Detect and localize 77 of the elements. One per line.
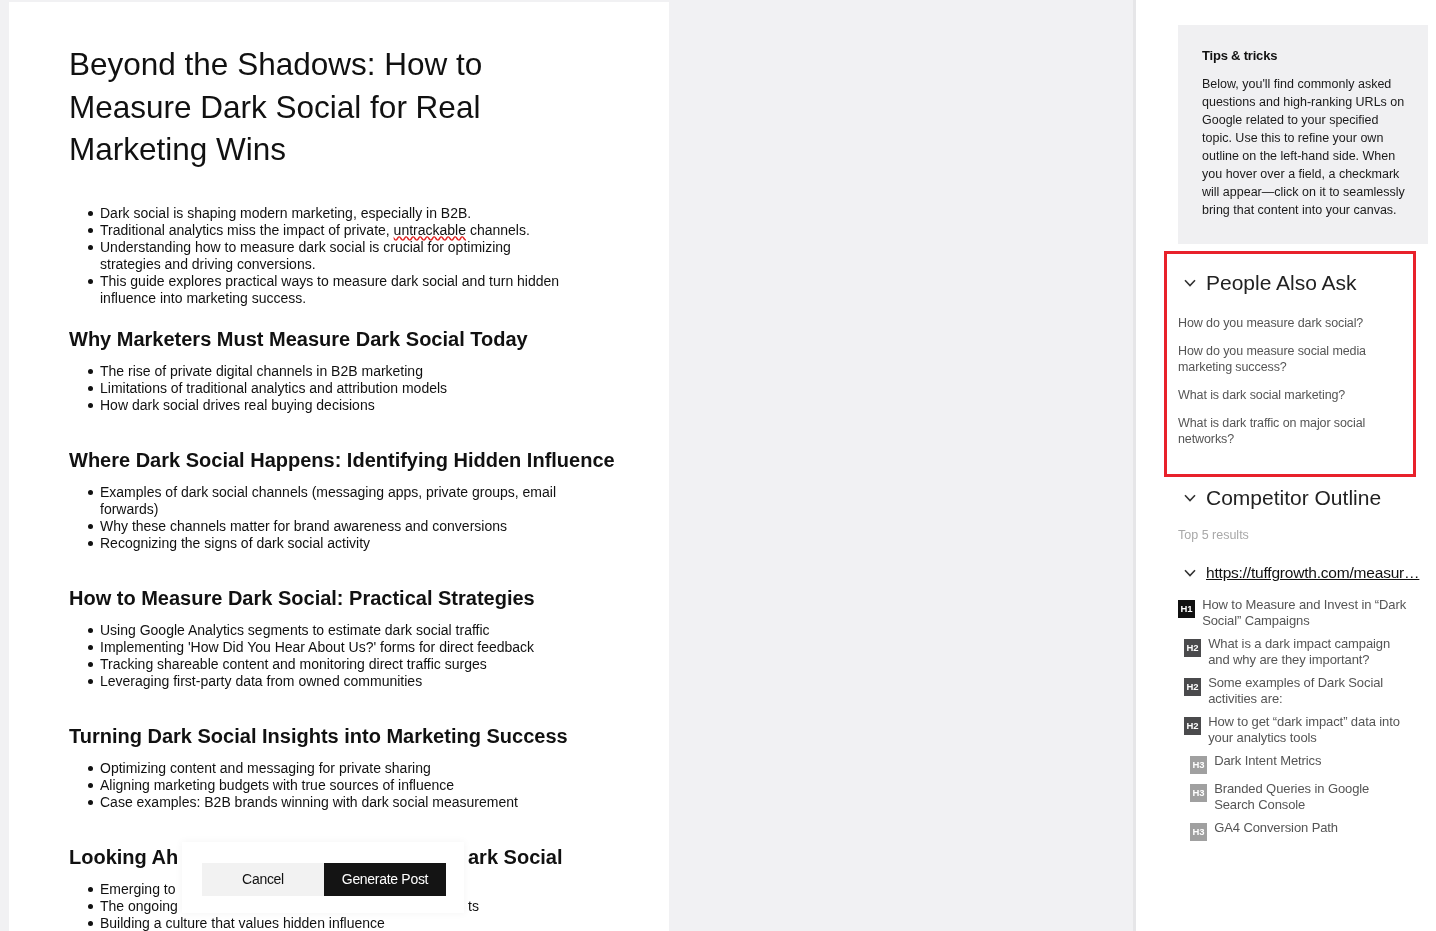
heading-level-badge: H3 [1190, 784, 1208, 802]
heading-level-badge: H3 [1190, 823, 1208, 841]
heading-level-badge: H2 [1184, 678, 1202, 696]
outline-heading[interactable]: Branded Queries in Google Search Console [1214, 781, 1412, 813]
bullet-text: Emerging to [100, 880, 176, 898]
bullet-icon [88, 644, 93, 650]
section-heading: Why Marketers Must Measure Dark Social Today [69, 326, 529, 351]
chevron-down-icon[interactable] [1184, 279, 1196, 287]
section-heading: Turning Dark Social Insights into Marketing Success [69, 723, 569, 748]
section-heading: Where Dark Social Happens: Identifying Hidden Influence [69, 447, 616, 472]
bullet-icon [88, 402, 93, 408]
bullet-icon [88, 540, 93, 546]
bullet-icon [88, 210, 93, 216]
bullet-icon [88, 661, 93, 667]
section-heading: How to Measure Dark Social: Practical Strategies [69, 585, 536, 610]
bullet-text: Why these channels matter for brand awareness and conversions [100, 517, 507, 535]
section-heading: ark Social [468, 844, 563, 869]
heading-level-badge: H2 [1184, 639, 1202, 657]
section-heading: Looking Ah [69, 844, 179, 869]
bullet-text: Building a culture that values hidden influence [100, 914, 385, 931]
question-link[interactable]: What is dark traffic on major social networks? [1178, 415, 1393, 447]
bullet-icon [88, 227, 93, 233]
bullet-icon [88, 244, 93, 250]
bullet-text: Implementing 'How Did You Hear About Us?' forms for direct feedback [100, 638, 535, 656]
bullet-icon [88, 278, 93, 284]
bullet-text: Using Google Analytics segments to estimate dark social traffic [100, 621, 490, 639]
bullet-text: The rise of private digital channels in B2B marketing [100, 362, 423, 380]
bullet-icon [88, 678, 93, 684]
bullet-icon [88, 903, 93, 909]
bullet-text: Leveraging first-party data from owned communities [100, 672, 423, 690]
bullet-text: Recognizing the signs of dark social activity [100, 534, 371, 552]
heading-level-badge: H2 [1184, 717, 1202, 735]
outline-heading[interactable]: How to Measure and Invest in “Dark Social” Campaigns [1202, 597, 1412, 629]
bullet-text: Aligning marketing budgets with true sources of influence [100, 776, 455, 794]
bullet-icon [88, 523, 93, 529]
bullet-text: Optimizing content and messaging for private sharing [100, 759, 431, 777]
bullet-icon [88, 489, 93, 495]
bullet-text: Limitations of traditional analytics and attribution models [100, 379, 448, 397]
outline-heading[interactable]: Some examples of Dark Social activities are: [1208, 675, 1412, 707]
heading-level-badge: H3 [1190, 756, 1208, 774]
outline-heading[interactable]: Dark Intent Metrics [1214, 753, 1322, 769]
outline-heading[interactable]: GA4 Conversion Path [1214, 820, 1338, 836]
section-title[interactable]: People Also Ask [1206, 271, 1357, 295]
outline-heading[interactable]: How to get “dark impact” data into your analytics tools [1208, 714, 1412, 746]
bullet-text: Tracking shareable content and monitoring direct traffic surges [100, 655, 487, 673]
bullet-text: How dark social drives real buying decisions [100, 396, 375, 414]
outline-heading[interactable]: What is a dark impact campaign and why are they important? [1208, 636, 1412, 668]
bullet-text: Understanding how to measure dark social is crucial for optimizing strategies and driving conversions. [100, 238, 512, 273]
result-url-link[interactable]: https://tuffgrowth.com/measur… [1206, 563, 1420, 583]
bullet-icon [88, 627, 93, 633]
bullet-icon [88, 782, 93, 788]
chevron-down-icon[interactable] [1184, 569, 1196, 577]
section-title[interactable]: Competitor Outline [1206, 486, 1382, 510]
bullet-icon [88, 886, 93, 892]
bullet-icon [88, 765, 93, 771]
bullet-text: Dark social is shaping modern marketing, especially in B2B. [100, 204, 472, 222]
bullet-text: The ongoing [100, 897, 178, 915]
action-button[interactable]: Generate Post [324, 863, 446, 896]
bullet-icon [88, 920, 93, 926]
bullet-text: ts [468, 897, 479, 915]
bullet-icon [88, 799, 93, 805]
bullet-text: Examples of dark social channels (messaging apps, private groups, email forwards) [100, 483, 557, 518]
tips-text: Below, you'll find commonly asked questions and high-ranking URLs on Google related to your specified topic. Use this to refine your own outline on the left-hand side. When you hover over a field, a checkmark will appear—click on it to seamlessly bring that content into your canvas. [1202, 76, 1406, 219]
bullet-text: Traditional analytics miss the impact of private, untrackable channels. [100, 221, 530, 239]
bullet-text: This guide explores practical ways to measure dark social and turn hidden influence into marketing success. [100, 272, 561, 307]
results-caption: Top 5 results [1178, 527, 1250, 543]
document-title: Beyond the Shadows: How to Measure Dark Social for Real Marketing Wins [69, 45, 484, 169]
question-link[interactable]: How do you measure social media marketing success? [1178, 343, 1393, 375]
action-button[interactable]: Cancel [202, 863, 324, 896]
question-link[interactable]: What is dark social marketing? [1178, 387, 1393, 403]
bullet-icon [88, 385, 93, 391]
bullet-text: Case examples: B2B brands winning with dark social measurement [100, 793, 518, 811]
bullet-icon [88, 368, 93, 374]
heading-level-badge: H1 [1178, 600, 1196, 618]
chevron-down-icon[interactable] [1184, 494, 1196, 502]
tips-title: Tips & tricks [1202, 49, 1279, 63]
question-link[interactable]: How do you measure dark social? [1178, 315, 1393, 331]
